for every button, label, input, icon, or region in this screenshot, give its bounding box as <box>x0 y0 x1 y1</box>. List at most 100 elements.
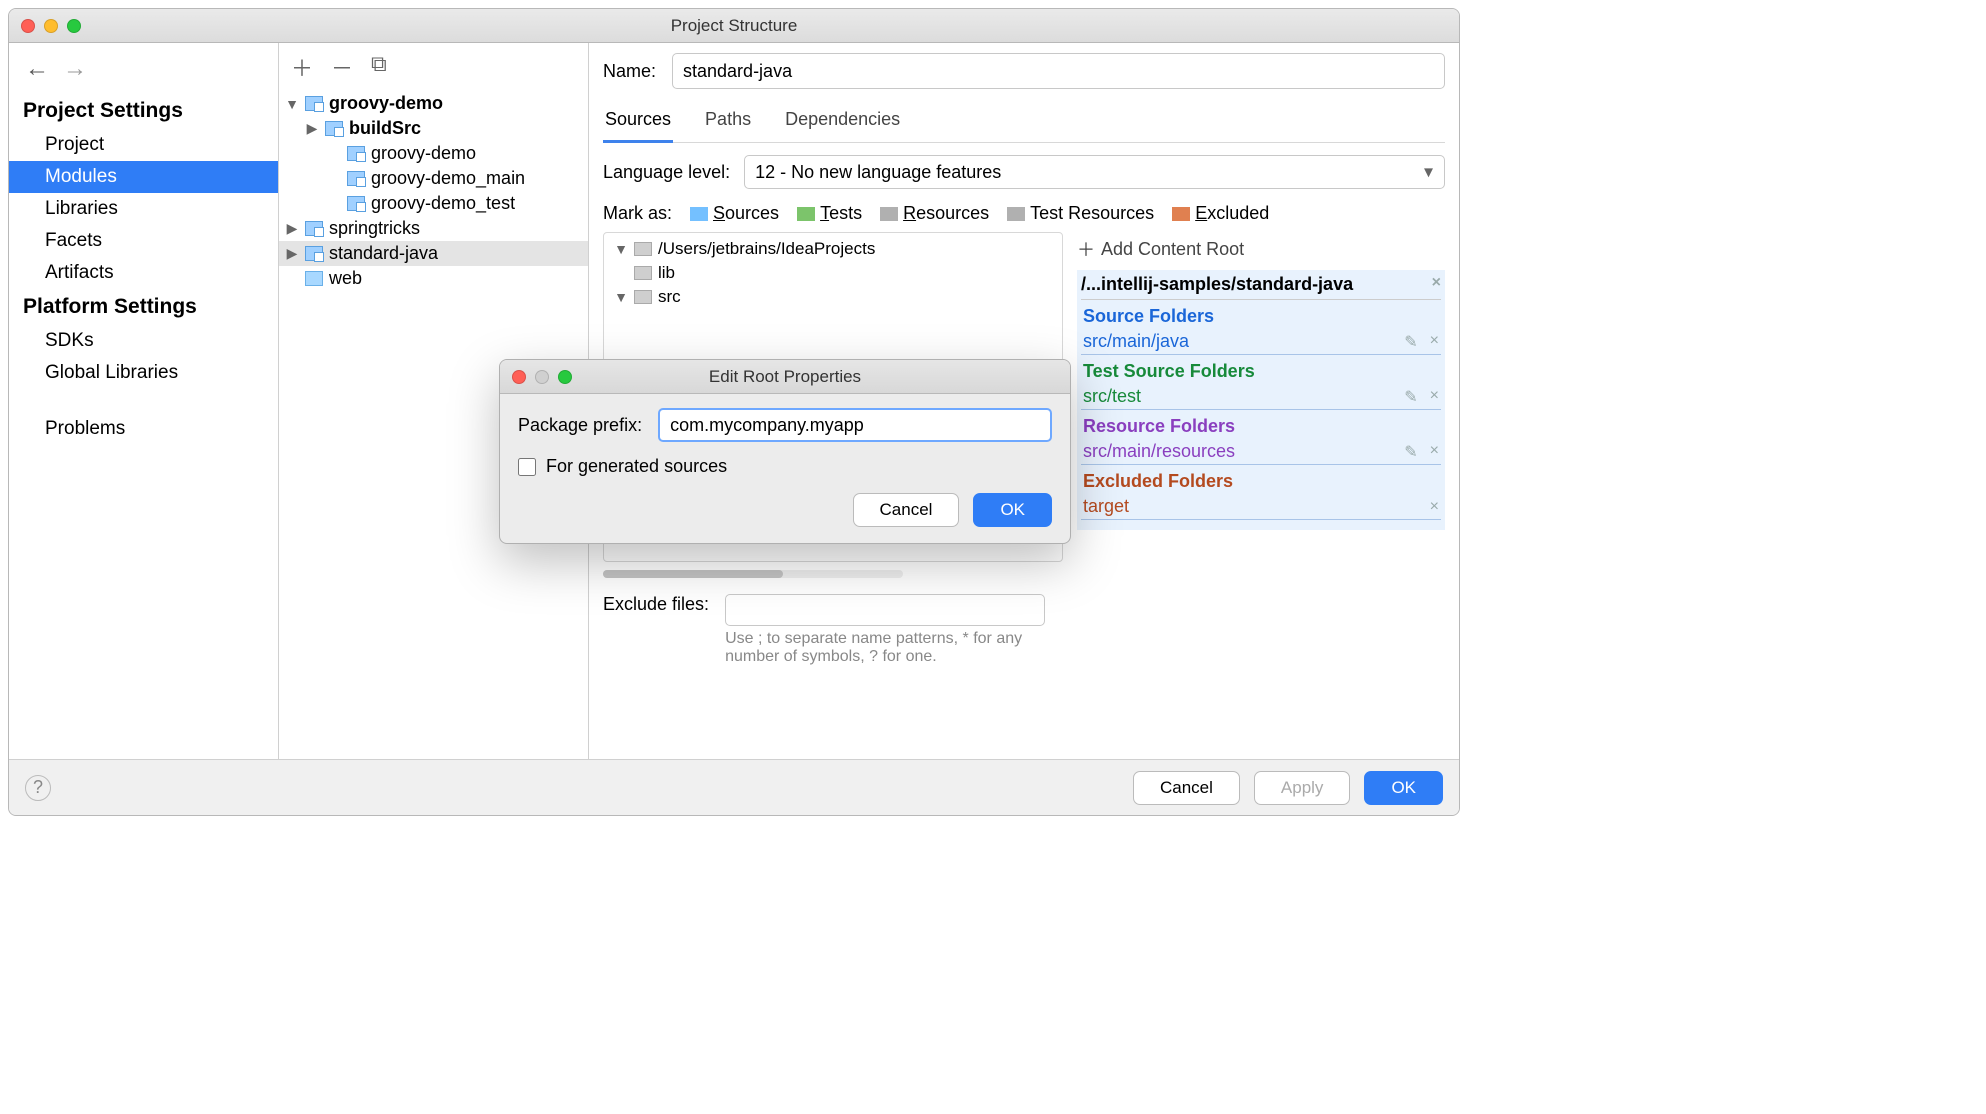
module-tree-item[interactable]: ▼groovy-demo <box>279 91 588 116</box>
module-icon <box>347 146 365 161</box>
remove-icon[interactable]: × <box>1430 442 1439 462</box>
name-label: Name: <box>603 61 656 82</box>
forward-icon: → <box>63 55 87 83</box>
folder-item[interactable]: target× <box>1081 494 1441 520</box>
generated-sources-checkbox-input[interactable] <box>518 458 536 476</box>
traffic-lights <box>9 19 81 33</box>
exclude-files-input[interactable] <box>725 594 1045 626</box>
exclude-files-label: Exclude files: <box>603 594 709 615</box>
zoom-window-icon[interactable] <box>67 19 81 33</box>
folder-group-header: Resource Folders <box>1081 410 1441 439</box>
edit-icon[interactable]: ✎ <box>1404 332 1417 352</box>
module-tree-item[interactable]: groovy-demo <box>279 141 588 166</box>
language-level-select[interactable]: 12 - No new language features <box>744 155 1445 189</box>
module-icon <box>305 221 323 236</box>
close-window-icon[interactable] <box>21 19 35 33</box>
remove-icon[interactable]: × <box>1430 498 1439 516</box>
ok-button[interactable]: OK <box>1364 771 1443 805</box>
content-root-path[interactable]: /...intellij-samples/standard-java × <box>1081 270 1441 300</box>
dialog-title: Edit Root Properties <box>709 367 861 387</box>
remove-icon[interactable]: × <box>1430 332 1439 352</box>
content-roots-panel: ＋Add Content Root /...intellij-samples/s… <box>1063 232 1445 562</box>
folder-group-header: Test Source Folders <box>1081 355 1441 384</box>
minimize-window-icon[interactable] <box>44 19 58 33</box>
titlebar: Project Structure <box>9 9 1459 43</box>
dialog-minimize-icon <box>535 370 549 384</box>
module-icon <box>347 196 365 211</box>
remove-module-icon[interactable]: － <box>331 51 353 83</box>
copy-module-icon[interactable]: ⧉ <box>371 51 387 83</box>
folder-item[interactable]: src/main/resources✎× <box>1081 439 1441 465</box>
folder-group-header: Source Folders <box>1081 300 1441 329</box>
tests-icon <box>797 207 815 221</box>
mark-tests[interactable]: Tests <box>797 203 862 224</box>
resources-icon <box>880 207 898 221</box>
remove-icon[interactable]: × <box>1430 387 1439 407</box>
folder-icon <box>634 266 652 280</box>
add-module-icon[interactable]: ＋ <box>291 51 313 83</box>
dir-tree-item[interactable]: lib <box>604 261 1062 285</box>
add-content-root[interactable]: ＋Add Content Root <box>1077 232 1445 270</box>
folder-icon <box>634 242 652 256</box>
dialog-zoom-icon[interactable] <box>558 370 572 384</box>
sidebar-item-project[interactable]: Project <box>9 129 278 161</box>
module-tree-item[interactable]: groovy-demo_main <box>279 166 588 191</box>
module-name-input[interactable] <box>672 53 1445 89</box>
plus-icon: ＋ <box>1077 236 1095 262</box>
exclude-hint: Use ; to separate name patterns, * for a… <box>725 630 1055 666</box>
mark-as-label: Mark as: <box>603 203 672 224</box>
edit-icon[interactable]: ✎ <box>1404 387 1417 407</box>
module-icon <box>325 121 343 136</box>
sidebar-section-platform-settings: Platform Settings <box>9 289 278 325</box>
sidebar-item-facets[interactable]: Facets <box>9 225 278 257</box>
sources-icon <box>690 207 708 221</box>
folder-group-header: Excluded Folders <box>1081 465 1441 494</box>
sidebar-item-global-libraries[interactable]: Global Libraries <box>9 357 278 389</box>
sidebar-item-artifacts[interactable]: Artifacts <box>9 257 278 289</box>
module-tree-item[interactable]: ▶buildSrc <box>279 116 588 141</box>
package-prefix-label: Package prefix: <box>518 415 642 436</box>
tab-paths[interactable]: Paths <box>703 103 753 142</box>
module-icon <box>305 246 323 261</box>
dialog-cancel-button[interactable]: Cancel <box>853 493 960 527</box>
mark-sources[interactable]: Sources <box>690 203 779 224</box>
module-tree-item[interactable]: groovy-demo_test <box>279 191 588 216</box>
sidebar-item-sdks[interactable]: SDKs <box>9 325 278 357</box>
mark-resources[interactable]: Resources <box>880 203 989 224</box>
edit-root-properties-dialog: Edit Root Properties Package prefix: For… <box>499 359 1071 544</box>
back-icon[interactable]: ← <box>25 55 49 83</box>
package-prefix-input[interactable] <box>658 408 1052 442</box>
cancel-button[interactable]: Cancel <box>1133 771 1240 805</box>
dialog-ok-button[interactable]: OK <box>973 493 1052 527</box>
module-icon <box>305 96 323 111</box>
remove-content-root-icon[interactable]: × <box>1432 274 1441 295</box>
folder-item[interactable]: src/test✎× <box>1081 384 1441 410</box>
module-tree-item[interactable]: ▶springtricks <box>279 216 588 241</box>
mark-test-resources[interactable]: Test Resources <box>1007 203 1154 224</box>
module-icon <box>347 171 365 186</box>
sidebar-item-problems[interactable]: Problems <box>9 413 278 445</box>
folder-icon <box>305 271 323 286</box>
sidebar-section-project-settings: Project Settings <box>9 93 278 129</box>
tab-sources[interactable]: Sources <box>603 103 673 143</box>
footer: ? Cancel Apply OK <box>9 759 1459 815</box>
module-tree-item[interactable]: web <box>279 266 588 291</box>
language-level-label: Language level: <box>603 162 730 183</box>
module-tree-item[interactable]: ▶standard-java <box>279 241 588 266</box>
dir-tree-item[interactable]: ▼/Users/jetbrains/IdeaProjects <box>604 237 1062 261</box>
horizontal-scrollbar[interactable] <box>603 570 903 578</box>
help-icon[interactable]: ? <box>25 775 51 801</box>
generated-sources-checkbox[interactable]: For generated sources <box>518 456 1052 477</box>
sidebar-item-modules[interactable]: Modules <box>9 161 278 193</box>
dialog-close-icon[interactable] <box>512 370 526 384</box>
dir-tree-item[interactable]: ▼src <box>604 285 1062 309</box>
tabs: Sources Paths Dependencies <box>603 103 1445 143</box>
sidebar-item-libraries[interactable]: Libraries <box>9 193 278 225</box>
edit-icon[interactable]: ✎ <box>1404 442 1417 462</box>
excluded-icon <box>1172 207 1190 221</box>
folder-item[interactable]: src/main/java✎× <box>1081 329 1441 355</box>
tab-dependencies[interactable]: Dependencies <box>783 103 902 142</box>
sidebar: ← → Project Settings Project Modules Lib… <box>9 43 279 759</box>
apply-button[interactable]: Apply <box>1254 771 1351 805</box>
mark-excluded[interactable]: Excluded <box>1172 203 1269 224</box>
